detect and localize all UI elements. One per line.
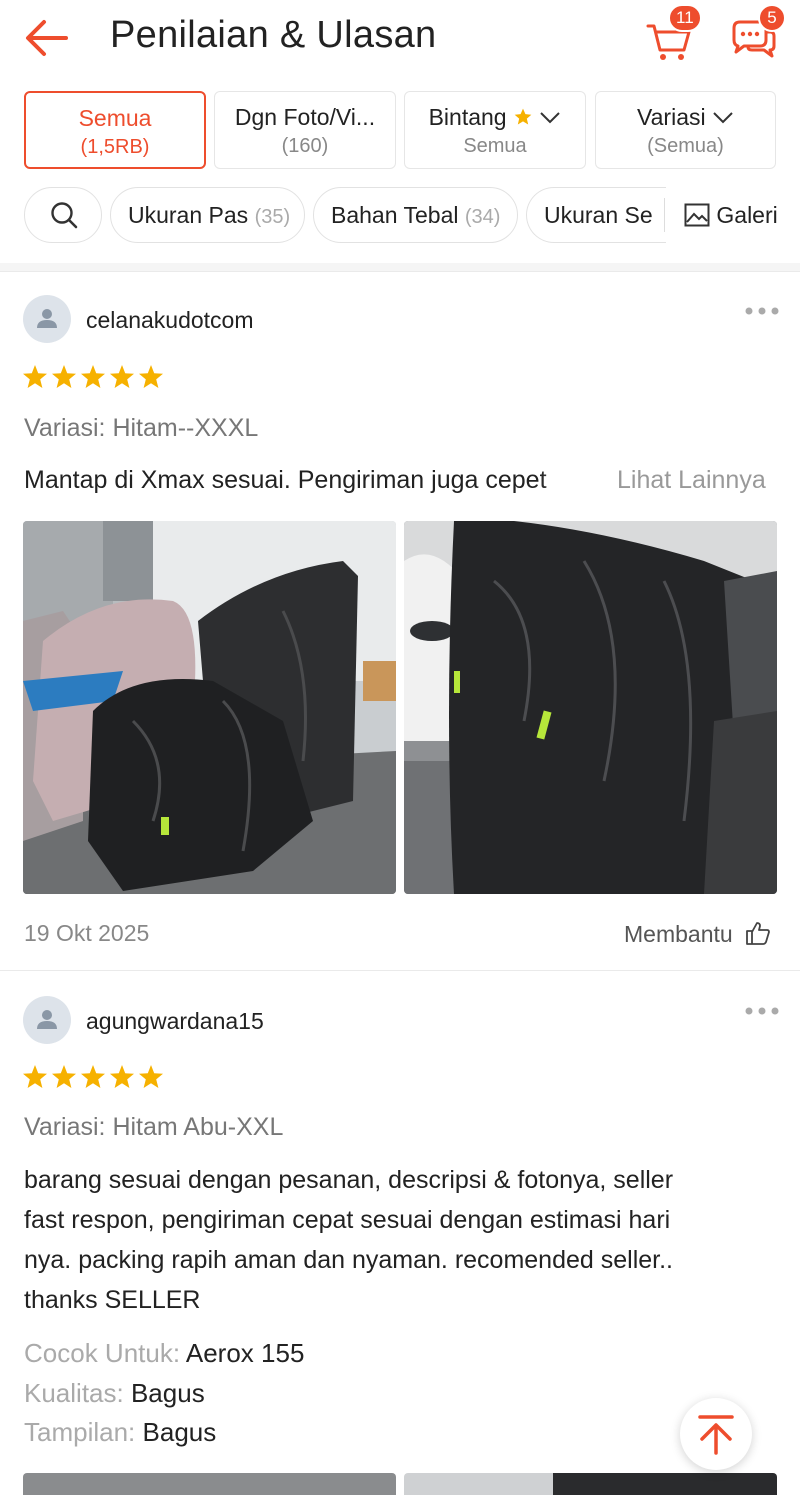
avatar	[23, 295, 71, 343]
chip-divider	[664, 198, 665, 232]
chip-label: Ukuran Pas	[128, 202, 249, 228]
chip-count: (35)	[254, 206, 291, 228]
section-divider	[0, 263, 800, 271]
review-text: barang sesuai dengan pesanan, descripsi …	[24, 1160, 784, 1320]
review-text-line: barang sesuai dengan pesanan, descripsi …	[24, 1166, 674, 1194]
cart-badge: 11	[668, 4, 702, 32]
attribute-value: Aerox 155	[185, 1338, 305, 1368]
review-card: celanakudotcom Variasi: Hitam--XXXL Mant…	[0, 272, 800, 970]
page-title: Penilaian & Ulasan	[110, 14, 437, 56]
arrow-up-icon	[698, 1415, 734, 1455]
filter-photo-label: Dgn Foto/Vi...	[234, 104, 376, 130]
review-variant: Variasi: Hitam--XXXL	[24, 414, 259, 442]
cart-button[interactable]: 11	[644, 4, 702, 62]
rating-stars	[23, 1065, 163, 1088]
review-text-line: thanks SELLER	[24, 1286, 201, 1314]
chat-button[interactable]: 5	[726, 4, 786, 62]
filter-variant[interactable]: Variasi (Semua)	[595, 91, 776, 169]
attribute-key: Kualitas:	[24, 1378, 124, 1408]
reviewer-name: agungwardana15	[86, 1008, 264, 1034]
helpful-button[interactable]: Membantu	[624, 920, 771, 948]
search-chip[interactable]	[24, 187, 102, 243]
review-variant: Variasi: Hitam Abu-XXL	[24, 1113, 284, 1141]
chip-label: Ukuran Se	[544, 202, 653, 228]
filter-stars[interactable]: Bintang Semua	[404, 91, 586, 169]
filter-stars-label: Bintang	[428, 104, 507, 130]
star-icon	[514, 108, 532, 125]
back-arrow-icon[interactable]	[22, 16, 72, 60]
review-photo[interactable]	[23, 1473, 396, 1495]
attribute-value: Bagus	[142, 1417, 217, 1447]
helpful-label: Membantu	[624, 921, 733, 947]
top-bar: Penilaian & Ulasan 11 5	[0, 0, 800, 80]
attribute-value: Bagus	[130, 1378, 205, 1408]
chip-ukuran-sesuai[interactable]: Ukuran Se	[526, 187, 666, 243]
filter-photo-video[interactable]: Dgn Foto/Vi... (160)	[214, 91, 396, 169]
see-more-link[interactable]: Lihat Lainnya	[617, 466, 766, 495]
review-attribute: Kualitas: Bagus	[24, 1378, 205, 1409]
review-photo[interactable]	[404, 1473, 777, 1495]
filter-variant-label: Variasi	[637, 104, 706, 130]
rating-stars	[23, 365, 163, 388]
review-photo[interactable]	[404, 521, 777, 894]
chip-bahan-tebal[interactable]: Bahan Tebal (34)	[313, 187, 518, 243]
attribute-key: Cocok Untuk:	[24, 1338, 181, 1368]
review-text-line: fast respon, pengiriman cepat sesuai den…	[24, 1206, 671, 1234]
filter-all-label: Semua	[78, 105, 152, 131]
filter-photo-count: (160)	[281, 135, 329, 157]
filter-all-count: (1,5RB)	[80, 136, 150, 158]
chip-label: Bahan Tebal	[331, 202, 459, 228]
filter-all[interactable]: Semua (1,5RB)	[24, 91, 206, 169]
user-icon	[37, 309, 57, 328]
filter-variant-row: Variasi	[596, 104, 775, 131]
more-options-icon[interactable]	[744, 306, 780, 316]
review-text-line: nya. packing rapih aman dan nyaman. reco…	[24, 1246, 673, 1274]
review-attribute: Cocok Untuk: Aerox 155	[24, 1338, 304, 1369]
chip-count: (34)	[464, 206, 501, 228]
chevron-down-icon	[540, 112, 561, 124]
filter-stars-row: Bintang	[405, 104, 585, 131]
review-date: 19 Okt 2025	[24, 920, 150, 946]
text-fade	[540, 460, 600, 500]
search-icon	[51, 202, 78, 229]
gallery-button[interactable]: Galeri	[684, 187, 778, 243]
more-options-icon[interactable]	[744, 1006, 780, 1016]
scroll-to-top-button[interactable]	[680, 1398, 752, 1470]
reviewer-name: celanakudotcom	[86, 307, 254, 333]
chat-badge: 5	[758, 4, 786, 32]
filter-stars-sub: Semua	[463, 135, 527, 157]
review-attribute: Tampilan: Bagus	[24, 1417, 216, 1448]
gallery-label: Galeri	[716, 202, 778, 228]
review-text: Mantap di Xmax sesuai. Pengiriman juga c…	[24, 466, 547, 494]
chevron-down-icon	[713, 112, 733, 124]
attribute-key: Tampilan:	[24, 1417, 136, 1447]
gallery-icon	[684, 203, 710, 227]
chip-ukuran-pas[interactable]: Ukuran Pas (35)	[110, 187, 305, 243]
avatar	[23, 996, 71, 1044]
review-photo[interactable]	[23, 521, 396, 894]
user-icon	[37, 1010, 57, 1029]
thumbs-up-icon	[746, 922, 770, 945]
filter-variant-sub: (Semua)	[647, 135, 724, 157]
